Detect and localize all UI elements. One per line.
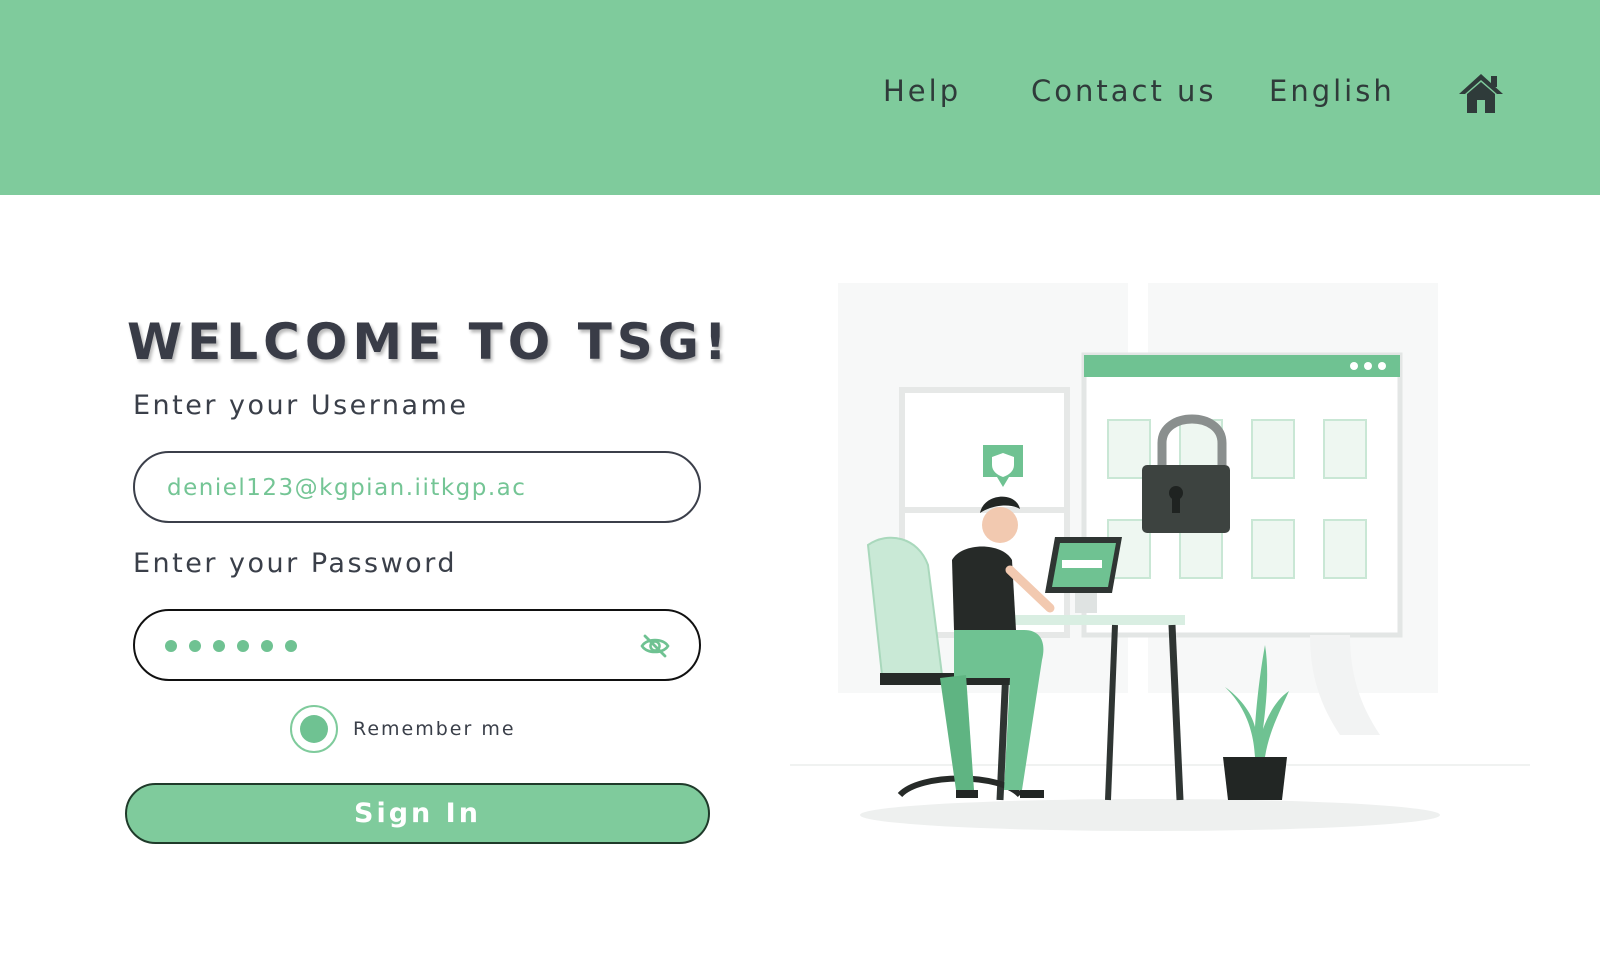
password-dot: [213, 640, 225, 652]
username-field-wrapper: [133, 451, 701, 523]
home-icon[interactable]: [1457, 72, 1505, 114]
remember-me-label[interactable]: Remember me: [353, 718, 516, 740]
password-label: Enter your Password: [133, 548, 457, 579]
security-illustration: [790, 283, 1530, 831]
password-dot: [261, 640, 273, 652]
sign-in-button[interactable]: Sign In: [125, 783, 710, 844]
language-selector[interactable]: English: [1269, 74, 1395, 108]
username-input[interactable]: [165, 465, 655, 511]
password-dot: [165, 640, 177, 652]
nav-help-link[interactable]: Help: [883, 74, 961, 108]
password-mask: [165, 625, 297, 667]
page-title: WELCOME TO TSG!: [127, 313, 732, 371]
password-dot: [189, 640, 201, 652]
password-dot: [237, 640, 249, 652]
password-field[interactable]: [133, 609, 701, 681]
username-label: Enter your Username: [133, 390, 469, 421]
top-navbar: Help Contact us English: [0, 0, 1600, 195]
eye-slash-icon[interactable]: [640, 633, 670, 659]
nav-contact-link[interactable]: Contact us: [1031, 74, 1217, 108]
radio-selected-dot: [300, 715, 328, 743]
remember-me-radio[interactable]: [290, 705, 338, 753]
password-dot: [285, 640, 297, 652]
